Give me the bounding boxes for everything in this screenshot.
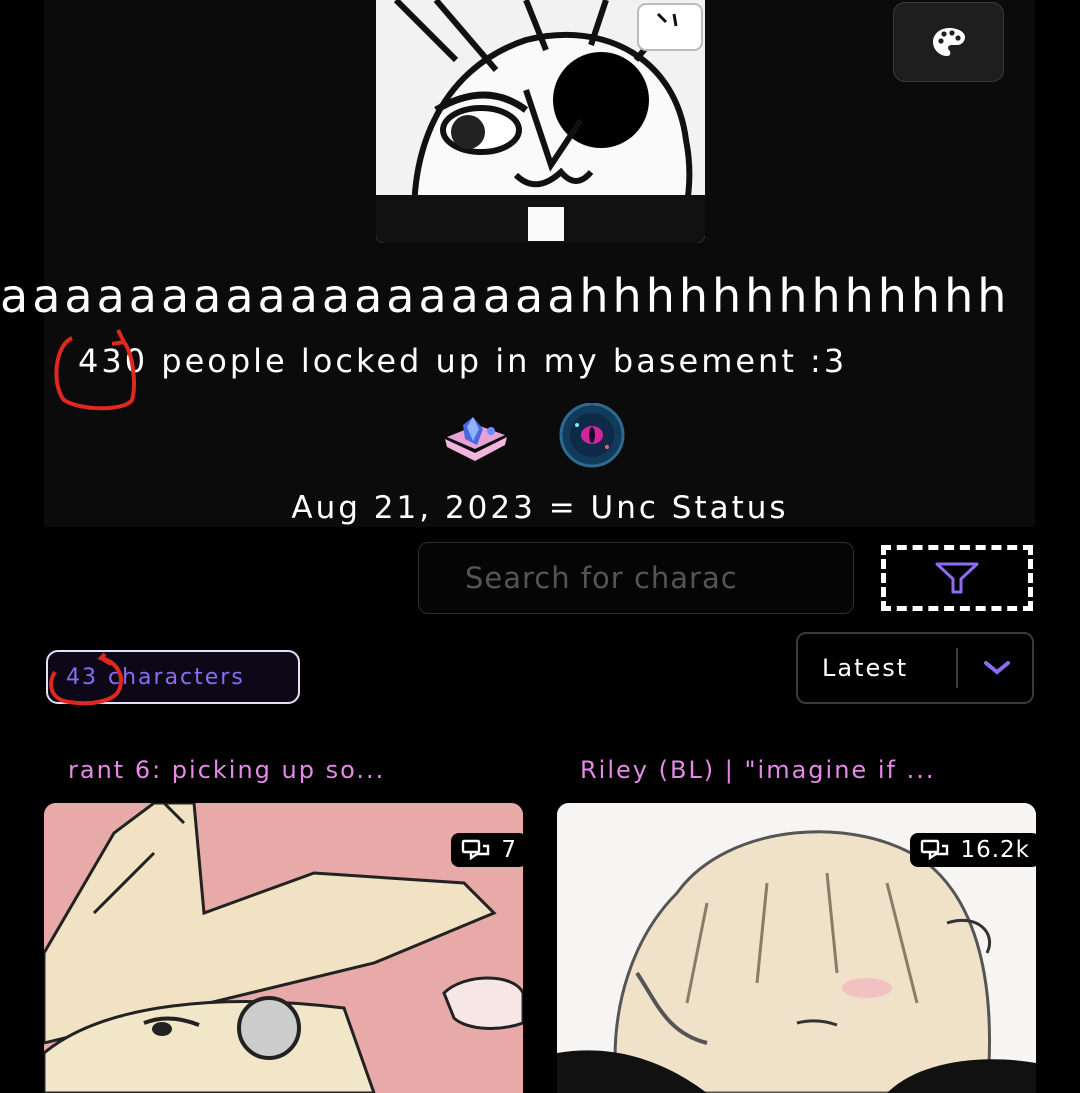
sort-dropdown[interactable]: Latest (796, 632, 1034, 704)
character-card-1[interactable]: 7 (44, 803, 523, 1093)
join-date-status: Aug 21, 2023 = Unc Status (291, 490, 789, 526)
eye-orb-badge-icon (559, 403, 625, 468)
chevron-down-icon (984, 661, 1010, 675)
palette-icon (932, 28, 965, 56)
card-title-1[interactable]: rant 6: picking up so... (68, 756, 385, 784)
red-circle-annotation (54, 329, 136, 411)
filter-icon (935, 562, 979, 594)
profile-username: aaaaaaaaaaaaaaaaaahhhhhhhhhhhhh (0, 269, 1011, 323)
chat-count-badge-2: 16.2k (910, 833, 1036, 867)
sort-selected-value: Latest (822, 654, 909, 682)
chat-count-1: 7 (501, 837, 517, 863)
red-circle-annotation (49, 652, 123, 706)
theme-palette-button[interactable] (893, 2, 1004, 82)
card-title-2[interactable]: Riley (BL) | "imagine if ... (580, 756, 935, 784)
chat-bubbles-icon (462, 839, 490, 861)
search-input[interactable] (419, 543, 853, 613)
chat-bubbles-icon (921, 839, 949, 861)
chat-count-2: 16.2k (960, 837, 1030, 863)
character-card-2[interactable]: 16.2k (557, 803, 1036, 1093)
profile-bio: 430 people locked up in my basement :3 (78, 342, 848, 380)
book-crystal-badge-icon (445, 417, 507, 461)
profile-badges (443, 403, 639, 473)
filter-button[interactable] (881, 545, 1033, 611)
profile-avatar (376, 0, 705, 243)
character-count-label: characters (108, 664, 245, 690)
chat-count-badge-1: 7 (451, 833, 523, 867)
sort-divider (956, 648, 958, 688)
character-search (418, 542, 854, 614)
